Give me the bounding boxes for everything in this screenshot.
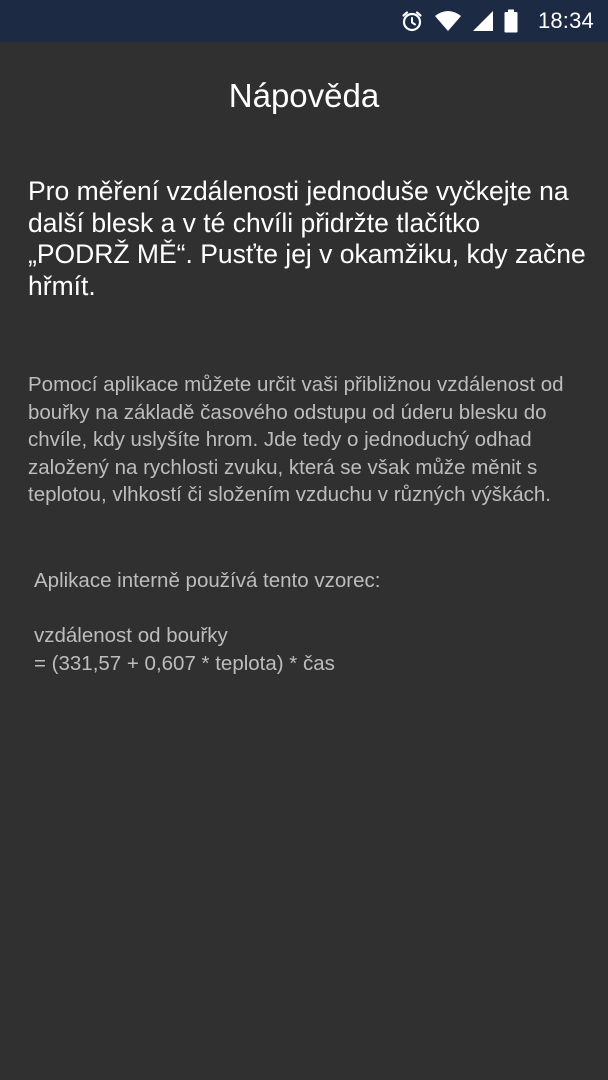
page-title: Nápověda xyxy=(228,77,380,114)
battery-icon xyxy=(504,9,518,33)
formula-intro-text: Aplikace interně používá tento vzorec: xyxy=(34,569,381,592)
signal-icon xyxy=(472,10,494,32)
description-text: Pomocí aplikace můžete určit vaši přibli… xyxy=(28,373,564,506)
instructions-text: Pro měření vzdálenosti jednoduše vyčkejt… xyxy=(28,176,586,301)
formula-line-2: = (331,57 + 0,607 * teplota) * čas xyxy=(34,651,335,675)
status-bar: 18:34 xyxy=(0,0,608,42)
formula-line-1: vzdálenost od bouřky xyxy=(34,624,228,647)
wifi-icon xyxy=(434,10,462,32)
help-screen: Nápověda Pro měření vzdálenosti jednoduš… xyxy=(0,42,608,1080)
alarm-icon xyxy=(400,9,424,33)
status-time: 18:34 xyxy=(537,8,594,33)
formula: vzdálenost od bouřky = (331,57 + 0,607 *… xyxy=(34,622,584,677)
status-icons: 18:34 xyxy=(400,0,594,42)
